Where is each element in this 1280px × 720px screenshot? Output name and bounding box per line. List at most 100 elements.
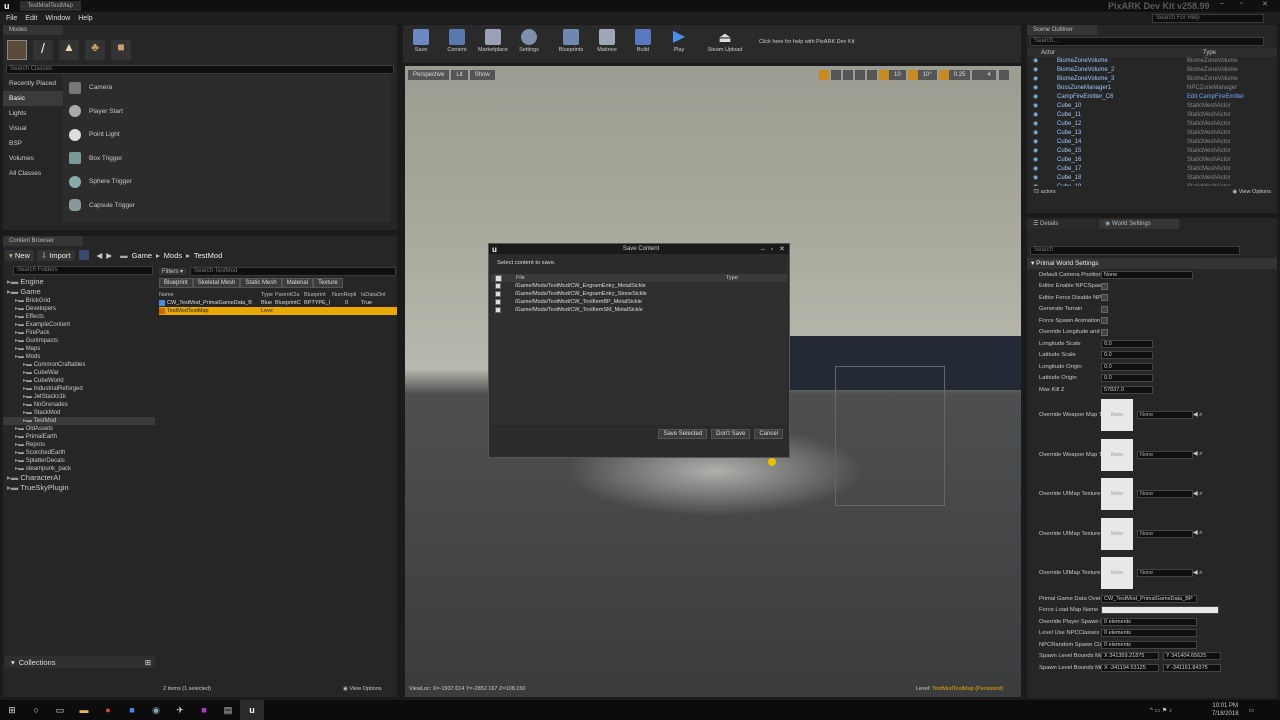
texture-thumbnail[interactable]: None	[1101, 517, 1133, 550]
filter-skeletal-mesh[interactable]: Skeletal Mesh	[192, 278, 241, 288]
property-value[interactable]: 0 elements	[1101, 640, 1197, 649]
folder-item[interactable]: ▸▬ CommonCraftables	[3, 361, 155, 369]
file-checkbox[interactable]	[495, 283, 501, 289]
file-explorer-icon[interactable]: ▬	[72, 700, 96, 720]
visibility-eye-icon[interactable]: ◉	[1033, 183, 1041, 186]
lit-button[interactable]: Lit	[451, 70, 468, 80]
visibility-eye-icon[interactable]: ◉	[1033, 75, 1041, 84]
tab-details[interactable]: ☰ Details	[1027, 218, 1097, 229]
property-value[interactable]: X 341359.21875	[1101, 652, 1159, 661]
outliner-row[interactable]: ◉ Cube_11 StaticMeshActor	[1033, 111, 1277, 120]
outliner-row[interactable]: ◉ Cube_12 StaticMeshActor	[1033, 120, 1277, 129]
visibility-eye-icon[interactable]: ◉	[1033, 66, 1041, 75]
cancel-button[interactable]: Cancel	[754, 429, 783, 439]
property-checkbox[interactable]	[1101, 305, 1108, 313]
texture-thumbnail[interactable]: None	[1101, 438, 1133, 471]
outliner-row[interactable]: ◉ Cube_16 StaticMeshActor	[1033, 156, 1277, 165]
visibility-eye-icon[interactable]: ◉	[1033, 93, 1041, 102]
folder-item[interactable]: ▸▬ TrueSkyPlugin	[3, 483, 155, 493]
content-browser-tab[interactable]: Content Browser	[3, 236, 83, 246]
dialog-minimize[interactable]: –	[761, 246, 765, 253]
property-value[interactable]: 0 elements	[1101, 629, 1197, 638]
filters-button[interactable]: Filters ▾	[159, 268, 187, 275]
visibility-eye-icon[interactable]: ◉	[1033, 138, 1041, 147]
asset-row-selected[interactable]: TestModTestMap Leve	[159, 307, 397, 315]
folder-item[interactable]: ▸▬ PrimalEarth	[3, 433, 155, 441]
select-all-checkbox[interactable]	[495, 274, 502, 282]
use-selected-arrow-icon[interactable]: ◀ ⌕	[1193, 412, 1202, 419]
import-button[interactable]: ⇩ Import	[36, 249, 75, 261]
camera-speed-icon[interactable]	[972, 70, 983, 80]
folder-item[interactable]: ▸▬ TestMod	[3, 417, 155, 425]
use-selected-arrow-icon[interactable]: ◀ ⌕	[1193, 451, 1202, 458]
texture-thumbnail[interactable]: None	[1101, 399, 1133, 432]
file-checkbox[interactable]	[495, 307, 501, 313]
property-number-input[interactable]: 57837.0	[1101, 385, 1153, 394]
property-value[interactable]	[1101, 606, 1219, 615]
add-collection-icon[interactable]: ⊞	[145, 658, 151, 667]
property-value[interactable]: X -341194.53125	[1101, 663, 1159, 672]
asset-search-input[interactable]: Search TestMod	[190, 267, 397, 276]
tab-world-settings[interactable]: ◉ World Settings	[1099, 218, 1179, 229]
use-selected-arrow-icon[interactable]: ◀ ⌕	[1193, 570, 1202, 577]
outliner-row[interactable]: ◉ Cube_13 StaticMeshActor	[1033, 129, 1277, 138]
visibility-eye-icon[interactable]: ◉	[1033, 129, 1041, 138]
camera-speed[interactable]: 4	[982, 70, 996, 80]
outliner-row[interactable]: ◉ Cube_17 StaticMeshActor	[1033, 165, 1277, 174]
save-all-icon[interactable]	[78, 250, 89, 260]
property-number-input[interactable]: 0.0	[1101, 374, 1153, 383]
breadcrumb-game[interactable]: Game	[132, 251, 152, 260]
task-view-icon[interactable]: ▭	[48, 700, 72, 720]
save-selected-button[interactable]: Save Selected	[658, 429, 708, 439]
notifications-icon[interactable]: ▭	[1249, 707, 1255, 714]
menu-window[interactable]: Window	[45, 15, 70, 22]
level-tab[interactable]: TestModTestMap	[19, 1, 81, 11]
folder-item[interactable]: ▸▬ FirePack	[3, 329, 155, 337]
use-selected-arrow-icon[interactable]: ◀ ⌕	[1193, 491, 1202, 498]
property-value[interactable]: 0 elements	[1101, 617, 1197, 626]
dialog-close[interactable]: ✕	[779, 245, 785, 253]
property-value[interactable]: Y -341161.84375	[1163, 663, 1221, 672]
folder-item[interactable]: ▸▬ Developers	[3, 305, 155, 313]
filter-texture[interactable]: Texture	[313, 278, 343, 288]
clock-date[interactable]: 7/18/2018	[1212, 710, 1239, 718]
folder-item[interactable]: ▸▬ NoGrenades	[3, 401, 155, 409]
breadcrumb-mods[interactable]: Mods	[164, 251, 182, 260]
angle-size[interactable]: 10°	[917, 70, 937, 80]
category-all-classes[interactable]: All Classes	[3, 166, 63, 181]
outliner-row[interactable]: ◉ BiomeZoneVolume BiomeZoneVolume	[1033, 57, 1277, 66]
file-checkbox[interactable]	[495, 299, 501, 305]
app-icon[interactable]: ■	[120, 700, 144, 720]
app-icon[interactable]: ✈	[168, 700, 192, 720]
property-value[interactable]: CW_TestMod_PrimalGameData_BP	[1101, 594, 1197, 603]
visibility-eye-icon[interactable]: ◉	[1033, 84, 1041, 93]
folder-item[interactable]: ▸▬ Engine	[3, 277, 155, 287]
maximize-button[interactable]: ▫	[1240, 0, 1242, 7]
col-blueprint[interactable]: Blueprint	[304, 292, 332, 298]
file-row[interactable]: /Game/Mods/TestMod/CW_ToolItemBP_MetalSi…	[491, 298, 787, 306]
visibility-eye-icon[interactable]: ◉	[1033, 174, 1041, 183]
place-box-trigger[interactable]: Box Trigger	[63, 147, 391, 171]
col-parent[interactable]: ParentCla	[275, 292, 304, 298]
close-button[interactable]: ✕	[1262, 0, 1268, 8]
section-header[interactable]: ▾ Primal World Settings	[1027, 258, 1277, 269]
visibility-eye-icon[interactable]: ◉	[1033, 120, 1041, 129]
file-checkbox[interactable]	[495, 291, 501, 297]
toolbar-matinee[interactable]: Matinee	[589, 29, 625, 53]
menu-help[interactable]: Help	[78, 15, 92, 22]
col-type[interactable]: Type	[261, 292, 275, 298]
folder-item[interactable]: ▸▬ steampunk_pack	[3, 465, 155, 473]
menu-edit[interactable]: Edit	[25, 15, 37, 22]
rotate-icon[interactable]	[831, 70, 841, 80]
property-dropdown[interactable]: None	[1101, 270, 1193, 279]
search-icon[interactable]: ○	[24, 700, 48, 720]
scene-outliner-tab[interactable]: Scene Outliner	[1027, 25, 1097, 35]
foliage-mode-icon[interactable]: ♣	[85, 40, 105, 60]
property-number-input[interactable]: 0.0	[1101, 339, 1153, 348]
texture-dropdown[interactable]: None	[1137, 411, 1193, 420]
folder-item[interactable]: ▸▬ CubeWar	[3, 369, 155, 377]
folder-item[interactable]: ▸▬ CubeWorld	[3, 377, 155, 385]
col-type[interactable]: Type	[1203, 50, 1216, 56]
asset-row[interactable]: CW_TestMod_PrimalGameData_B Blue Bluepri…	[159, 299, 397, 307]
back-arrow-icon[interactable]: ◀	[97, 251, 103, 260]
